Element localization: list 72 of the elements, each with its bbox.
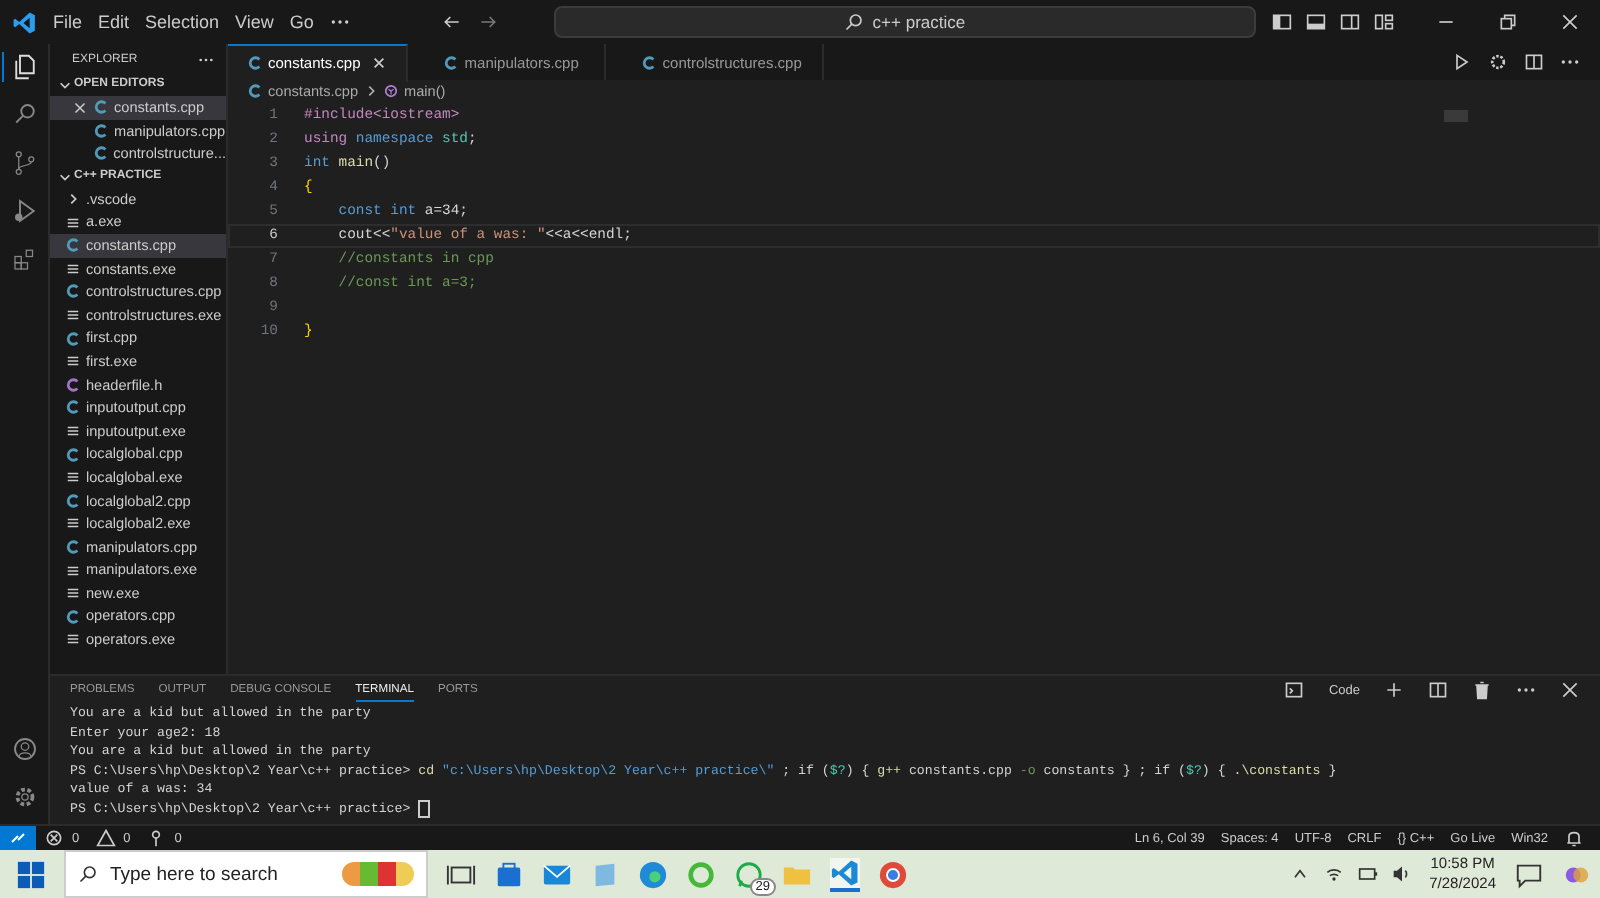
trash-icon[interactable] (1472, 680, 1492, 700)
lines-icon (66, 563, 80, 578)
caret-up-icon[interactable] (1289, 864, 1310, 884)
search-field[interactable]: c++ practice (553, 6, 1256, 38)
wifi-icon[interactable] (1323, 864, 1344, 884)
run-debug-icon[interactable] (9, 196, 39, 226)
battery-icon[interactable] (1357, 864, 1378, 884)
restore-icon[interactable] (1498, 12, 1518, 32)
lines-icon (66, 586, 80, 601)
menu-item[interactable]: View (235, 12, 274, 32)
notification-icon[interactable] (1514, 859, 1544, 889)
mail-icon[interactable] (542, 859, 572, 889)
chevron-right-icon (364, 84, 379, 98)
menu-item[interactable]: File (52, 12, 82, 32)
layout-icon[interactable] (1374, 12, 1394, 32)
menu-item[interactable]: Edit (97, 12, 129, 32)
close-icon[interactable] (372, 56, 387, 70)
c-file-icon (66, 400, 80, 415)
split-editor-icon[interactable] (1524, 52, 1544, 72)
plus-icon[interactable] (1384, 680, 1404, 700)
c-file-icon (66, 447, 80, 462)
extensions-icon[interactable] (9, 244, 39, 274)
c-file-icon (66, 493, 80, 508)
c-file-icon (66, 331, 80, 346)
remote-icon[interactable] (0, 826, 36, 850)
lines-icon (66, 424, 80, 439)
chevron-down-icon (58, 169, 72, 184)
warning-icon (95, 828, 116, 848)
lines-icon (66, 632, 80, 647)
forward-arrow-icon[interactable] (477, 12, 498, 32)
bell-icon[interactable] (1564, 828, 1584, 848)
lines-icon (66, 261, 80, 276)
lines-icon (66, 516, 80, 531)
taskbar-search-field[interactable]: Type here to search (110, 863, 330, 885)
account-icon[interactable] (9, 734, 39, 764)
c-file-icon (444, 55, 459, 69)
lines-icon (66, 308, 80, 323)
c-file-icon (66, 609, 80, 624)
toggle-secondary-sidebar-icon[interactable] (1340, 12, 1360, 32)
search-icon (78, 864, 98, 884)
menu-item[interactable]: Go (289, 12, 314, 32)
chevron-down-icon (58, 78, 72, 92)
taskbar-search-bar[interactable]: Type here to search (64, 850, 428, 898)
lines-icon (66, 354, 80, 369)
terminal-cursor (418, 800, 431, 819)
vscode-logo-icon[interactable] (12, 9, 37, 35)
error-icon (44, 828, 64, 848)
run-icon[interactable] (1452, 52, 1472, 72)
lines-icon (66, 470, 80, 485)
terminal-icon (1284, 680, 1305, 700)
c-file-icon (642, 55, 657, 69)
split-icon[interactable] (1428, 680, 1448, 700)
search-icon (844, 12, 865, 32)
header-file-icon (66, 377, 80, 392)
chevron-right-icon (66, 192, 80, 207)
store-icon[interactable] (494, 859, 524, 889)
toggle-sidebar-icon[interactable] (1272, 12, 1292, 32)
menu-item[interactable]: Selection (145, 12, 220, 32)
toggle-panel-icon[interactable] (1306, 12, 1326, 32)
c-file-icon (66, 238, 80, 253)
vscode-logo-icon[interactable] (830, 857, 860, 891)
c-file-icon (66, 284, 80, 299)
windows-logo-icon[interactable] (16, 859, 46, 889)
close-icon[interactable] (1560, 12, 1580, 32)
lines-icon (66, 215, 80, 230)
settings-icon[interactable] (1488, 52, 1508, 72)
c-file-icon (66, 539, 80, 554)
close-icon[interactable] (1560, 680, 1580, 700)
close-icon[interactable] (74, 101, 86, 114)
back-arrow-icon[interactable] (441, 12, 462, 32)
speaker-icon[interactable] (1391, 864, 1412, 884)
files-icon[interactable] (1, 52, 39, 82)
